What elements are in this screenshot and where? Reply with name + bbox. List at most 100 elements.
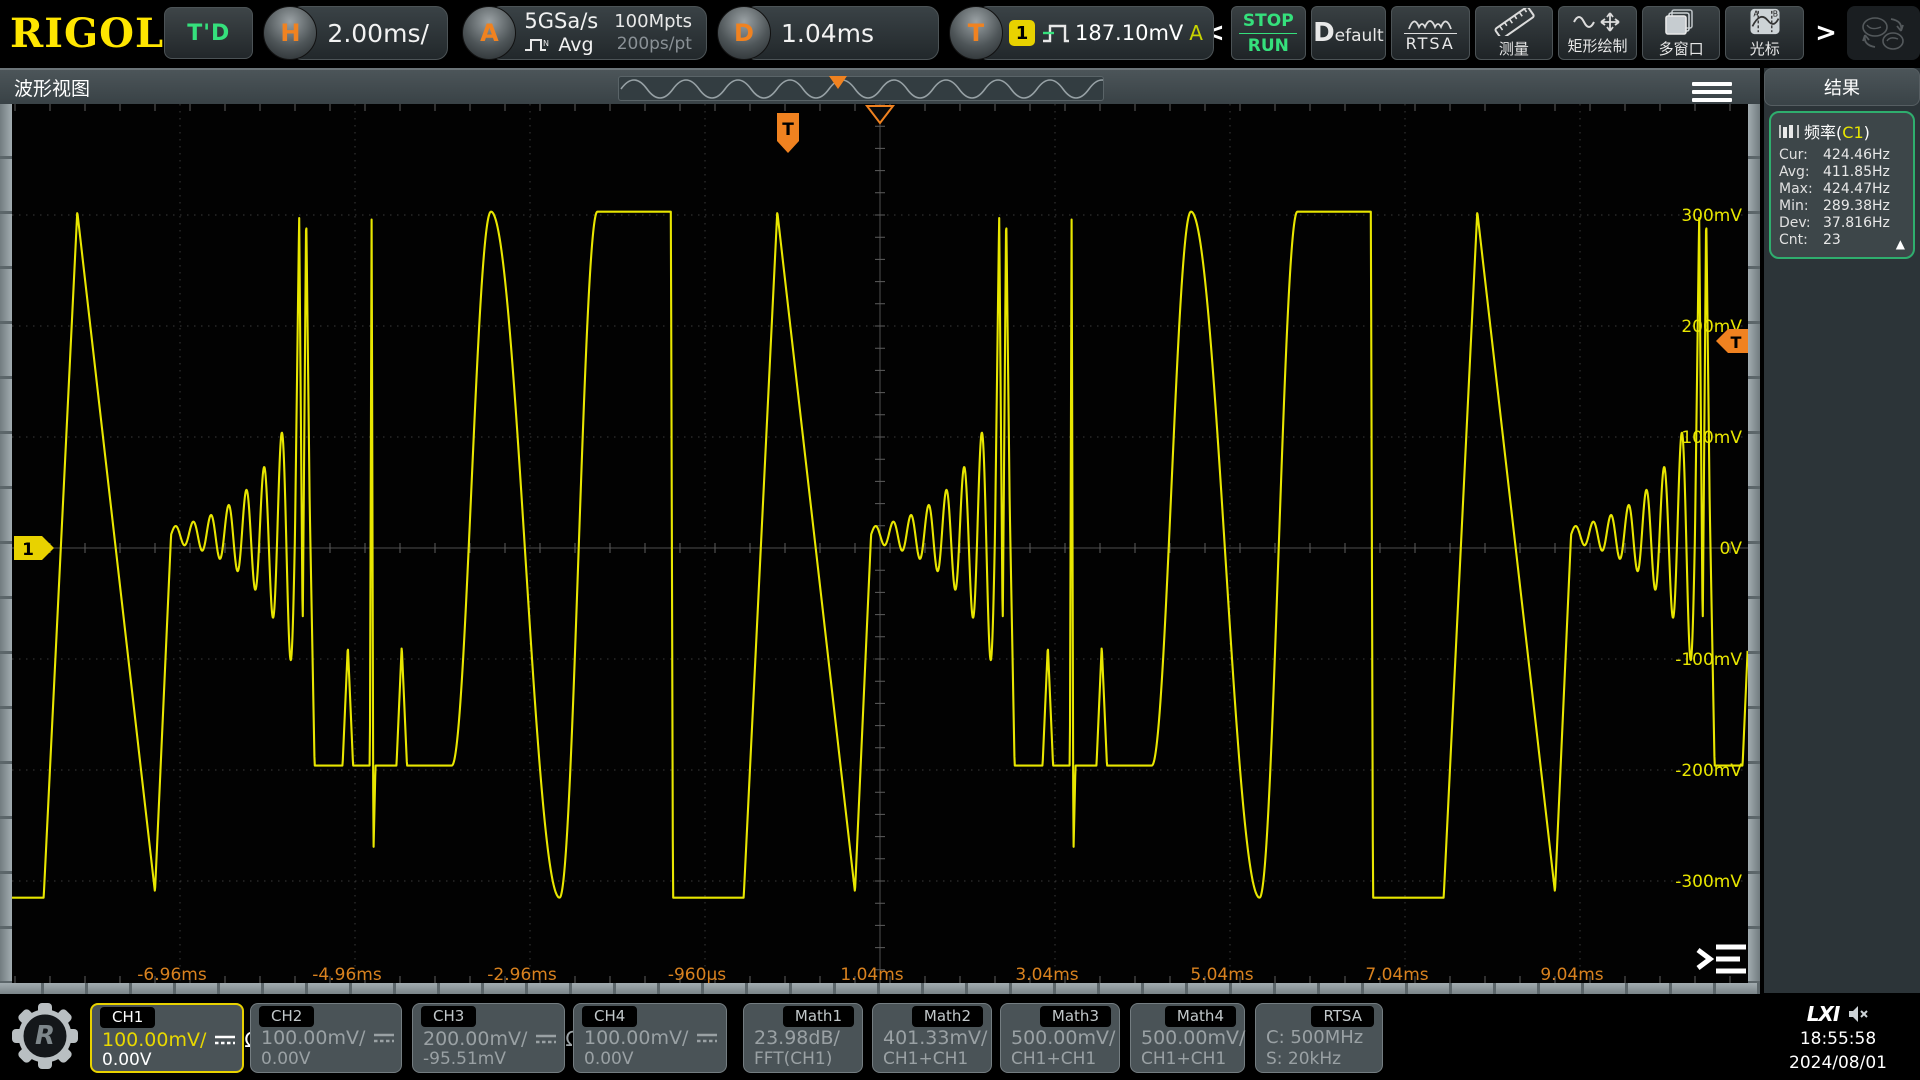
- time-label: 3.04ms: [1015, 965, 1078, 983]
- channel-tab: CH1: [100, 1007, 155, 1028]
- svg-text:A: A: [1753, 10, 1759, 19]
- expand-arrow[interactable]: >: [1809, 18, 1843, 48]
- stop-run-divider: [1239, 33, 1297, 34]
- expand-menu-icon[interactable]: [1698, 947, 1746, 971]
- channel-card-ch1[interactable]: CH1 100.00mV/Ω 0.00V: [90, 1003, 244, 1073]
- trigger-block[interactable]: T 1 187.10mV A: [949, 6, 1187, 60]
- multi-window-button[interactable]: 多窗口: [1642, 6, 1721, 60]
- view-title: 波形视图: [0, 74, 90, 101]
- svg-text:B: B: [1773, 10, 1778, 19]
- rect-draw-button[interactable]: 矩形绘制: [1558, 6, 1637, 60]
- lxi-logo: LXI: [1807, 1002, 1840, 1026]
- waveform-display[interactable]: 300mV200mV100mV0V-100mV-200mV-300mV-6.96…: [12, 104, 1748, 983]
- time-label: -6.96ms: [137, 965, 207, 983]
- system-date: 2024/08/01: [1760, 1051, 1916, 1075]
- acquire-block[interactable]: A 5GSa/s N Avg 100Mpts 200ps/pt: [462, 6, 707, 60]
- math-card-math4[interactable]: Math4 500.00mV/ CH1+CH1: [1130, 1003, 1245, 1073]
- rtsa-span: S: 20kHz: [1266, 1049, 1341, 1069]
- resolution: 200ps/pt: [614, 33, 692, 56]
- collapse-measurement-icon[interactable]: ▲: [1896, 237, 1905, 251]
- default-button[interactable]: Default: [1311, 6, 1386, 60]
- dc-coupling-icon: [213, 1032, 237, 1048]
- voltage-label: 300mV: [1681, 206, 1742, 226]
- rtsa-center-freq: C: 500MHz: [1266, 1027, 1363, 1048]
- rtsa-card[interactable]: RTSA C: 500MHz S: 20kHz: [1255, 1003, 1383, 1073]
- time-label: -2.96ms: [487, 965, 557, 983]
- channel-offset: 0.00V: [102, 1050, 151, 1070]
- vertical-scrollbar-left[interactable]: [0, 104, 12, 983]
- horizontal-position-marker[interactable]: [867, 106, 893, 123]
- speaker-muted-icon[interactable]: [1847, 1004, 1869, 1024]
- stop-label: STOP: [1243, 11, 1294, 31]
- channel-offset: -95.51mV: [423, 1049, 506, 1069]
- channel-card-ch4[interactable]: CH4 100.00mV/ 0.00V: [573, 1003, 727, 1073]
- delay-block[interactable]: D 1.04ms: [717, 6, 939, 60]
- ch1-position-marker[interactable]: 1: [14, 536, 54, 560]
- rtsa-icon: [1406, 13, 1454, 31]
- trigger-status-button[interactable]: T'D: [164, 7, 253, 59]
- stop-run-button[interactable]: STOP RUN: [1231, 6, 1306, 60]
- svg-text:N: N: [543, 39, 549, 48]
- trigger-position-flag[interactable]: T: [777, 113, 799, 153]
- measure-button[interactable]: 测量: [1475, 6, 1554, 60]
- navigator-waveform-preview: [619, 77, 1103, 100]
- rtsa-tab: RTSA: [1311, 1006, 1374, 1027]
- delay-value: 1.04ms: [781, 19, 892, 48]
- time-label: -960µs: [668, 965, 726, 983]
- ruler-icon: [1492, 8, 1536, 36]
- measurement-card-frequency-ch1[interactable]: 频率(C1) Cur:424.46HzAvg:411.85HzMax:424.4…: [1769, 111, 1915, 259]
- math-tab: Math1: [783, 1006, 854, 1027]
- cursor-icon: A B: [1748, 7, 1782, 36]
- math-card-math2[interactable]: Math2 401.33mV/ CH1+CH1: [872, 1003, 992, 1073]
- channel-tab: CH3: [421, 1006, 476, 1027]
- delay-key[interactable]: D: [717, 6, 771, 60]
- horizontal-scrollbar[interactable]: [0, 983, 1760, 994]
- dc-coupling-icon: [534, 1031, 558, 1047]
- svg-text:R: R: [35, 1021, 55, 1051]
- channel-tab: CH2: [259, 1006, 314, 1027]
- cursor-button[interactable]: A B 光标: [1725, 6, 1804, 60]
- memory-depth: 100Mpts: [614, 10, 692, 33]
- channel-offset: 0.00V: [261, 1049, 310, 1069]
- multi-window-icon: [1664, 8, 1698, 36]
- vertical-scrollbar-right[interactable]: [1748, 104, 1760, 983]
- channel-card-ch2[interactable]: CH2 100.00mV/ 0.00V: [250, 1003, 402, 1073]
- navigator-position-marker[interactable]: [829, 76, 847, 89]
- math-tab: Math4: [1165, 1006, 1236, 1027]
- math-tab: Math3: [1040, 1006, 1111, 1027]
- measurement-row: Max:424.47Hz: [1779, 181, 1907, 198]
- rigol-logo: RIGOL: [0, 10, 164, 57]
- svg-text:T: T: [1731, 333, 1742, 352]
- results-panel: 结果 频率(C1) Cur:424.46HzAvg:411.85HzMax:42…: [1764, 68, 1920, 993]
- trigger-level: 187.10mV: [1075, 21, 1183, 45]
- measurement-source: C1: [1842, 123, 1863, 142]
- channel-tab: CH4: [582, 1006, 637, 1027]
- scope-mode-switch-button[interactable]: [1847, 6, 1920, 60]
- acquire-key[interactable]: A: [462, 6, 516, 60]
- channel-scale: 200.00mV/: [423, 1028, 527, 1050]
- channel-scale: 100.00mV/: [261, 1027, 365, 1049]
- voltage-label: 0V: [1720, 539, 1743, 559]
- math-card-math3[interactable]: Math3 500.00mV/ CH1+CH1: [1000, 1003, 1120, 1073]
- svg-text:1: 1: [22, 540, 34, 560]
- measurement-row: Cur:424.46Hz: [1779, 147, 1907, 164]
- horizontal-scale: 2.00ms/: [327, 19, 446, 48]
- math-scale: 500.00mV/: [1011, 1027, 1115, 1049]
- trigger-key[interactable]: T: [949, 6, 1003, 60]
- menu-icon[interactable]: [1692, 78, 1732, 106]
- rigol-gear-logo[interactable]: R: [10, 1000, 80, 1072]
- system-time: 18:55:58: [1760, 1027, 1916, 1051]
- voltage-label: -300mV: [1675, 872, 1742, 892]
- channel-card-ch3[interactable]: CH3 200.00mV/Ω -95.51mV: [412, 1003, 565, 1073]
- time-label: 9.04ms: [1540, 965, 1603, 983]
- timebase-navigator[interactable]: [618, 76, 1104, 101]
- channel-scale: 100.00mV/: [584, 1027, 688, 1049]
- measurement-row: Min:289.38Hz: [1779, 198, 1907, 215]
- trigger-slope-icon: [1041, 19, 1071, 47]
- measurement-row: Cnt:23: [1779, 232, 1907, 249]
- horizontal-block[interactable]: H 2.00ms/: [263, 6, 452, 60]
- measurement-tab: 频率(C1): [1779, 117, 1907, 147]
- math-scale: 23.98dB/: [754, 1027, 840, 1049]
- math-card-math1[interactable]: Math1 23.98dB/ FFT(CH1): [743, 1003, 863, 1073]
- rtsa-button[interactable]: RTSA: [1391, 6, 1470, 60]
